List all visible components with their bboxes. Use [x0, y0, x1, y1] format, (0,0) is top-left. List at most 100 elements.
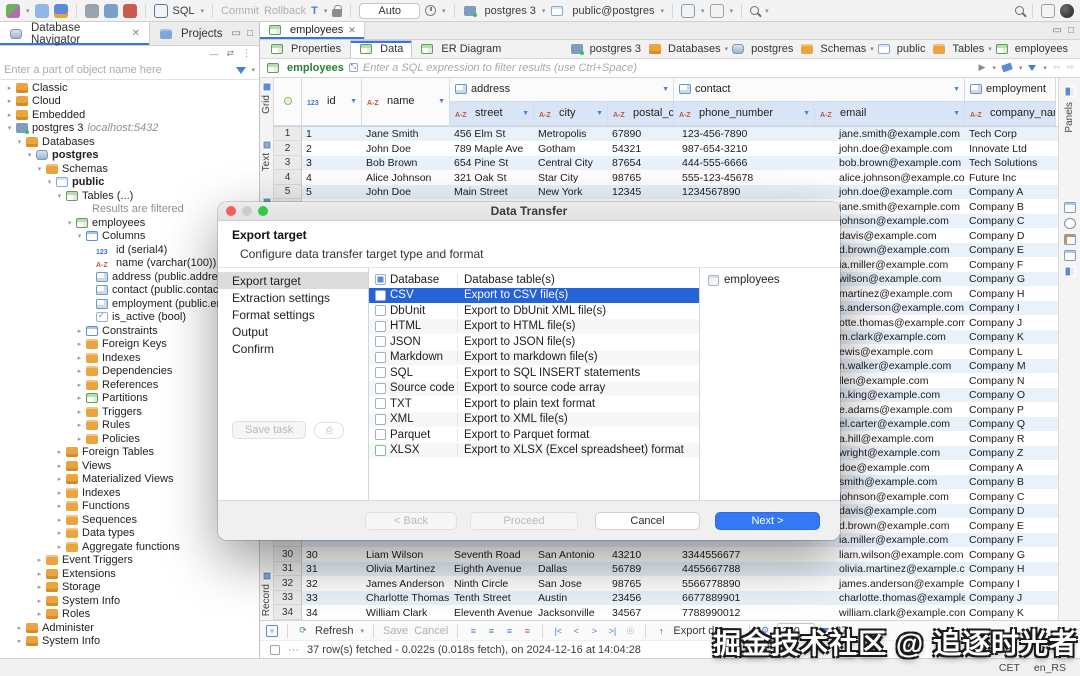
search-icon[interactable] [1015, 6, 1024, 15]
cell-phone-number[interactable]: 3344556677 [674, 547, 815, 562]
row-number[interactable]: 2 [274, 141, 302, 156]
layout-icon[interactable] [710, 4, 724, 18]
tree-chevron-icon[interactable] [34, 165, 45, 173]
row-number[interactable]: 30 [274, 547, 302, 562]
cell-name[interactable]: Olivia Martinez [362, 562, 450, 577]
table-row[interactable]: 30 30 Liam Wilson Seventh Road San Anton… [274, 547, 1058, 562]
cell-company-name[interactable]: Company Q [965, 417, 1056, 432]
row-number[interactable]: 4 [274, 170, 302, 185]
presentation-text[interactable]: Text [261, 140, 272, 171]
cell-phone-number[interactable]: 6677889901 [674, 591, 815, 606]
view-menu-icon[interactable]: ⋮ [242, 48, 251, 59]
history-forward-icon[interactable]: ⇨ [1066, 62, 1074, 73]
cell-street[interactable]: Eighth Avenue [450, 562, 534, 577]
maximize-icon[interactable]: □ [247, 28, 253, 39]
cell-street[interactable]: Ninth Circle [450, 576, 534, 591]
tree-chevron-icon[interactable] [54, 502, 65, 510]
cell-phone-number[interactable]: 987-654-3210 [674, 141, 815, 156]
cell-company-name[interactable]: Company I [965, 576, 1056, 591]
rollback-button[interactable]: Rollback [264, 5, 306, 17]
cell-company-name[interactable]: Company H [965, 286, 1056, 301]
cell-phone-number[interactable]: 444-555-6666 [674, 156, 815, 171]
commit-button[interactable]: Commit [221, 5, 259, 17]
table-row[interactable]: 2 2 John Doe 789 Maple Ave Gotham 54321 … [274, 141, 1058, 156]
format-row[interactable]: XLSX Export to XLSX (Excel spreadsheet) … [369, 443, 699, 459]
cell-company-name[interactable]: Company E [965, 243, 1056, 258]
plug-icon[interactable] [85, 4, 99, 18]
breadcrumb-caret-icon[interactable]: ▾ [870, 45, 874, 53]
column-header-company-name[interactable]: company_name [965, 102, 1056, 126]
cell-city[interactable]: Austin [534, 591, 608, 606]
last-row-icon[interactable]: >| [606, 625, 618, 637]
cell-company-name[interactable]: Company D [965, 228, 1056, 243]
fetch-all-icon[interactable]: ◎ [624, 625, 636, 637]
tree-chevron-icon[interactable] [74, 394, 85, 402]
cell-email[interactable]: william.clark@example.com [815, 605, 965, 620]
cell-company-name[interactable]: Company D [965, 504, 1056, 519]
next-button[interactable]: Next > [715, 512, 820, 530]
column-header-name[interactable]: name▼ [362, 78, 450, 126]
cell-postal-code[interactable]: 54321 [608, 141, 674, 156]
cell-company-name[interactable]: Company R [965, 431, 1056, 446]
tree-chevron-icon[interactable] [34, 556, 45, 564]
cell-email[interactable]: bob.brown@example.com [815, 156, 965, 171]
cell-company-name[interactable]: Company J [965, 591, 1056, 606]
row-number[interactable]: 1 [274, 127, 302, 142]
cell-name[interactable]: Alice Johnson [362, 170, 450, 185]
tree-chevron-icon[interactable] [74, 435, 85, 443]
cell-company-name[interactable]: Company K [965, 605, 1056, 620]
cell-company-name[interactable]: Company C [965, 489, 1056, 504]
sort-icon[interactable]: ▼ [596, 110, 603, 117]
cell-company-name[interactable]: Company B [965, 475, 1056, 490]
breadcrumb-item[interactable]: Tables ▾ [932, 43, 991, 55]
cell-company-name[interactable]: Company A [965, 460, 1056, 475]
apply-filter-icon[interactable]: ▶ [978, 62, 985, 73]
presentation-grid[interactable]: Grid [261, 82, 272, 114]
cell-company-name[interactable]: Company J [965, 315, 1056, 330]
tree-chevron-icon[interactable] [74, 327, 85, 335]
cell-id[interactable]: 2 [302, 141, 362, 156]
breadcrumb-item[interactable]: Schemas ▾ [800, 43, 873, 55]
column-header-phone-number[interactable]: phone_number▼ [674, 102, 815, 126]
cell-city[interactable]: Dallas [534, 562, 608, 577]
tree-chevron-icon[interactable] [14, 624, 25, 632]
format-row[interactable]: XML Export to XML file(s) [369, 412, 699, 428]
refresh-icon[interactable]: ⟳ [297, 625, 309, 637]
tree-chevron-icon[interactable] [54, 529, 65, 537]
tree-item[interactable]: Classic [0, 81, 259, 95]
sort-icon[interactable]: ▼ [662, 86, 669, 93]
format-row[interactable]: Markdown Export to markdown file(s) [369, 350, 699, 366]
new-object-icon[interactable] [6, 4, 20, 18]
sort-icon[interactable]: ▼ [803, 110, 810, 117]
row-number[interactable]: 3 [274, 156, 302, 171]
wizard-step[interactable]: Format settings [218, 306, 368, 323]
cell-street[interactable]: Tenth Street [450, 591, 534, 606]
cell-company-name[interactable]: Company M [965, 359, 1056, 374]
cloud-icon[interactable] [35, 4, 49, 18]
filters-menu-icon[interactable] [1028, 65, 1036, 71]
cell-company-name[interactable]: Company E [965, 518, 1056, 533]
column-header-street[interactable]: street▼ [450, 102, 534, 126]
cell-name[interactable]: James Anderson [362, 576, 450, 591]
cell-email[interactable]: charlotte.thomas@example.com [815, 591, 965, 606]
source-table-item[interactable]: employees [708, 274, 840, 286]
cell-id[interactable]: 4 [302, 170, 362, 185]
sql-editor-button[interactable]: SQL [173, 5, 195, 17]
first-row-icon[interactable]: |< [552, 625, 564, 637]
minimize-icon[interactable]: ▭ [232, 28, 241, 39]
table-row[interactable]: 32 32 James Anderson Ninth Circle San Jo… [274, 576, 1058, 591]
cell-name[interactable]: Liam Wilson [362, 547, 450, 562]
next-row-icon[interactable]: > [588, 625, 600, 637]
cell-street[interactable]: Seventh Road [450, 547, 534, 562]
sort-icon[interactable]: ▼ [438, 98, 445, 105]
group-header-address[interactable]: address▼ [450, 78, 674, 102]
table-row[interactable]: 3 3 Bob Brown 654 Pine St Central City 8… [274, 156, 1058, 171]
cell-postal-code[interactable]: 34567 [608, 605, 674, 620]
breadcrumb-item[interactable]: postgres 3 [570, 43, 645, 55]
cell-company-name[interactable]: Company N [965, 373, 1056, 388]
format-row[interactable]: CSV Export to CSV file(s) [369, 288, 699, 304]
cell-email[interactable]: olivia.martinez@example.com [815, 562, 965, 577]
connection-selector[interactable]: postgres 3 [485, 5, 536, 17]
tree-item[interactable]: Databases [0, 135, 259, 149]
tree-item[interactable]: Event Triggers [0, 554, 259, 568]
